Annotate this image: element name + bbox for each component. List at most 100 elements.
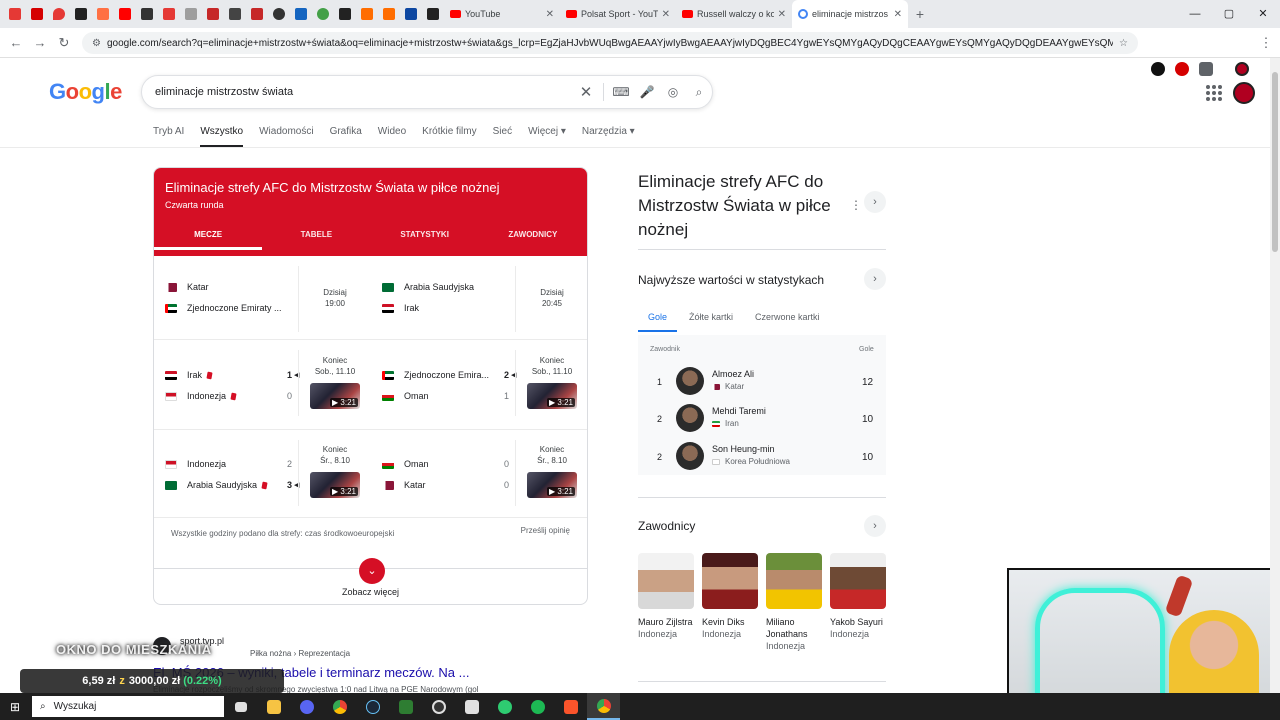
- pinned-tab[interactable]: [136, 0, 158, 28]
- tab-all[interactable]: Wszystko: [200, 126, 244, 147]
- tab-youtube[interactable]: YouTube ✕: [444, 0, 560, 28]
- tab-matches[interactable]: MECZE: [154, 230, 263, 250]
- tab-google-search[interactable]: eliminacje mistrzos ✕: [792, 0, 908, 28]
- chrome-icon[interactable]: [323, 693, 356, 720]
- page-scrollbar[interactable]: [1270, 58, 1280, 693]
- search-icon[interactable]: ⌕: [686, 85, 712, 100]
- player-card[interactable]: Miliano Jonathans Indonezja: [766, 553, 830, 652]
- stats-heading[interactable]: Najwyższe wartości w statystykach: [638, 273, 824, 287]
- card-title[interactable]: Eliminacje strefy AFC do Mistrzostw Świa…: [165, 180, 500, 195]
- brave-icon[interactable]: [554, 693, 587, 720]
- close-tab-icon[interactable]: ✕: [778, 9, 786, 20]
- pinned-tab[interactable]: [378, 0, 400, 28]
- search-input[interactable]: [155, 86, 573, 98]
- player-card[interactable]: Mauro Zijlstra Indonezja: [638, 553, 702, 652]
- pinned-tab[interactable]: [334, 0, 356, 28]
- pinned-tab[interactable]: [268, 0, 290, 28]
- spotify-icon[interactable]: [521, 693, 554, 720]
- back-icon[interactable]: ←: [4, 35, 28, 50]
- show-more-button[interactable]: Zobacz więcej: [154, 587, 587, 597]
- more-options-icon[interactable]: ⋮: [850, 198, 862, 212]
- pinned-tab[interactable]: [290, 0, 312, 28]
- match-item[interactable]: Katar Zjednoczone Emiraty ... Dzisiaj 19:…: [154, 256, 371, 339]
- tab-polsat-sport[interactable]: Polsat Sport - YouT ✕: [560, 0, 676, 28]
- match-item[interactable]: Oman Katar 0 0 Koniec Śr., 8.10 ▶ 3:21: [371, 430, 587, 517]
- maximize-icon[interactable]: ▢: [1212, 0, 1246, 28]
- tab-web[interactable]: Sieć: [493, 126, 512, 147]
- site-info-icon[interactable]: ⚙: [92, 38, 101, 49]
- match-item[interactable]: Arabia Saudyjska Irak Dzisiaj 20:45: [371, 256, 587, 339]
- google-logo[interactable]: Google: [49, 79, 122, 105]
- pinned-tab[interactable]: [224, 0, 246, 28]
- app-icon[interactable]: [455, 693, 488, 720]
- tab-tools[interactable]: Narzędzia ▾: [582, 126, 635, 147]
- extensions-puzzle-icon[interactable]: [1199, 62, 1213, 76]
- video-highlight-thumbnail[interactable]: ▶ 3:21: [310, 472, 360, 498]
- match-item[interactable]: Zjednoczone Emira... Oman 2 ◀ 1 Koniec So…: [371, 340, 587, 429]
- microphone-icon[interactable]: 🎤: [634, 85, 660, 99]
- tab-images[interactable]: Grafika: [330, 126, 362, 147]
- players-heading[interactable]: Zawodnicy: [638, 519, 695, 533]
- chevron-right-icon[interactable]: ›: [864, 515, 886, 537]
- tab-goals[interactable]: Gole: [638, 312, 678, 332]
- pinned-tab[interactable]: [114, 0, 136, 28]
- pinned-tab[interactable]: [312, 0, 334, 28]
- player-card[interactable]: Yakob Sayuri Indonezja: [830, 553, 894, 652]
- new-tab-button[interactable]: +: [908, 6, 932, 22]
- address-bar[interactable]: ⚙ google.com/search?q=eliminacje+mistrzo…: [82, 32, 1138, 54]
- chevron-right-icon[interactable]: ›: [864, 191, 886, 213]
- taskbar-search[interactable]: ⌕ Wyszukaj: [32, 696, 224, 717]
- app-icon[interactable]: [488, 693, 521, 720]
- tab-yellow-cards[interactable]: Żółte kartki: [689, 312, 733, 332]
- video-highlight-thumbnail[interactable]: ▶ 3:21: [527, 472, 577, 498]
- bookmark-star-icon[interactable]: ☆: [1119, 38, 1128, 49]
- match-item[interactable]: Indonezja Arabia Saudyjska 2 3 ◀ Koniec Ś…: [154, 430, 371, 517]
- pinned-tab[interactable]: [26, 0, 48, 28]
- discord-icon[interactable]: [290, 693, 323, 720]
- feedback-link[interactable]: Prześlij opinię: [521, 526, 570, 535]
- pinned-tab[interactable]: [400, 0, 422, 28]
- account-avatar[interactable]: [1233, 82, 1255, 104]
- lens-icon[interactable]: ◎: [660, 85, 686, 99]
- pinned-tab[interactable]: [158, 0, 180, 28]
- player-card[interactable]: Kevin Diks Indonezja: [702, 553, 766, 652]
- browser-menu-icon[interactable]: ⋮: [1254, 35, 1278, 51]
- windows-start-icon[interactable]: ⊞: [0, 693, 30, 720]
- tab-ai-mode[interactable]: Tryb AI: [153, 126, 184, 147]
- extension-icon[interactable]: [1175, 62, 1189, 76]
- tab-players[interactable]: ZAWODNICY: [479, 230, 587, 250]
- tab-videos[interactable]: Wideo: [378, 126, 406, 147]
- pinned-tab[interactable]: [70, 0, 92, 28]
- scorer-row[interactable]: 1 Almoez Ali Katar 12: [638, 365, 886, 401]
- pinned-tab[interactable]: [422, 0, 444, 28]
- tab-short-videos[interactable]: Krótkie filmy: [422, 126, 476, 147]
- chevron-right-icon[interactable]: ›: [864, 268, 886, 290]
- pinned-tab[interactable]: [92, 0, 114, 28]
- tab-news[interactable]: Wiadomości: [259, 126, 313, 147]
- tab-statistics[interactable]: STATYSTYKI: [371, 230, 479, 250]
- expand-chevron-icon[interactable]: ⌄: [359, 558, 385, 584]
- steam-icon[interactable]: [356, 693, 389, 720]
- tab-tables[interactable]: TABELE: [262, 230, 370, 250]
- pinned-tab[interactable]: [48, 0, 70, 28]
- tab-red-cards[interactable]: Czerwone kartki: [755, 312, 820, 332]
- file-explorer-icon[interactable]: [257, 693, 290, 720]
- scorer-row[interactable]: 2 Mehdi Taremi Iran 10: [638, 402, 886, 438]
- obs-icon[interactable]: [422, 693, 455, 720]
- close-window-icon[interactable]: ✕: [1246, 0, 1280, 28]
- close-tab-icon[interactable]: ✕: [662, 9, 670, 20]
- scorer-row[interactable]: 2 Son Heung-min Korea Południowa 10: [638, 440, 886, 476]
- tab-russell[interactable]: Russell walczy o ko ✕: [676, 0, 792, 28]
- scrollbar-thumb[interactable]: [1272, 72, 1278, 252]
- clear-icon[interactable]: ✕: [573, 83, 599, 101]
- pinned-tab[interactable]: [356, 0, 378, 28]
- app-icon[interactable]: [389, 693, 422, 720]
- close-tab-icon[interactable]: ✕: [546, 9, 554, 20]
- pinned-tab[interactable]: [4, 0, 26, 28]
- profile-avatar[interactable]: [1235, 62, 1249, 76]
- task-view-icon[interactable]: [224, 693, 257, 720]
- chrome-profile-icon[interactable]: [587, 693, 620, 720]
- pinned-tab[interactable]: [202, 0, 224, 28]
- extension-icon[interactable]: [1151, 62, 1165, 76]
- pinned-tab[interactable]: [180, 0, 202, 28]
